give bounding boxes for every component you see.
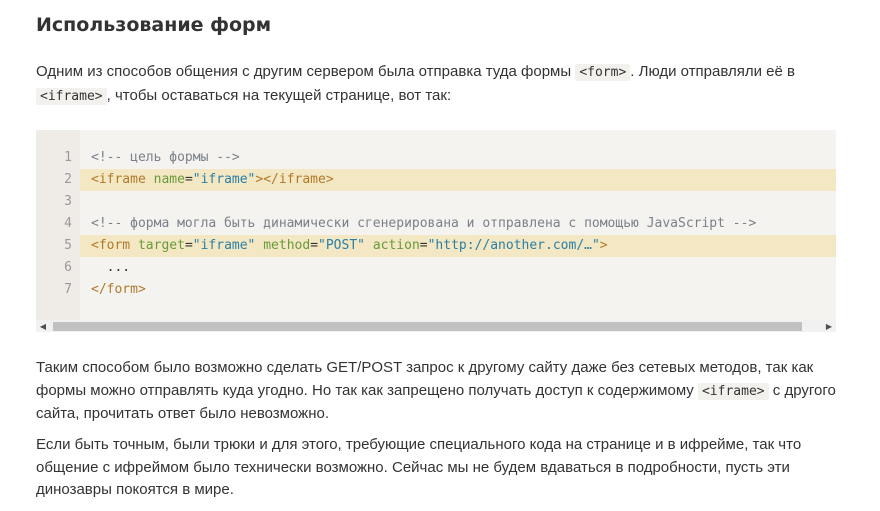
paragraph-get-post: Таким способом было возможно сделать GET… [36, 357, 836, 426]
line-number: 6 [64, 260, 72, 275]
inline-code-iframe: <iframe> [36, 87, 107, 105]
code-line: 7 </form> [36, 279, 836, 301]
code-line: 1 <!-- цель формы --> [36, 147, 836, 169]
intro-paragraph: Одним из способов общения с другим серве… [36, 61, 836, 108]
line-number: 1 [64, 150, 72, 165]
line-number: 3 [64, 194, 72, 209]
intro-text-3: , чтобы оставаться на текущей странице, … [106, 86, 452, 104]
code-line: 4 <!-- форма могла быть динамически сген… [36, 213, 836, 235]
code-line: 6 ... [36, 257, 836, 279]
code-attribute: target [137, 238, 185, 253]
code-tag: </form> [91, 282, 146, 297]
inline-code-form: <form> [575, 64, 631, 81]
code-tag: <iframe [91, 172, 146, 187]
code-tag: ></iframe> [255, 172, 334, 187]
code-line-highlighted: 2 <iframe name="iframe"></iframe> [36, 169, 836, 191]
code-comment: <!-- форма могла быть динамически сгенер… [91, 216, 757, 231]
code-string: "iframe" [192, 238, 256, 253]
code-attribute: action [372, 238, 420, 253]
code-text: ... [91, 260, 131, 275]
intro-text-1: Одним из способов общения с другим серве… [36, 63, 576, 80]
code-example[interactable]: 1 <!-- цель формы --> 2 <iframe name="if… [36, 130, 836, 332]
code-line-highlighted: 5 <form target="iframe" method="POST" ac… [36, 235, 836, 257]
code-attribute: name [153, 172, 185, 187]
intro-text-2: . Люди отправляли её в [630, 63, 795, 80]
code-operator: = [184, 172, 193, 187]
code-tag: <form [91, 238, 131, 253]
code-line-empty: 3 [36, 191, 836, 213]
horizontal-scrollbar[interactable]: ◀ ▶ [36, 320, 836, 332]
line-number: 2 [64, 172, 72, 187]
code-lines: 1 <!-- цель формы --> 2 <iframe name="if… [36, 147, 836, 301]
section-heading: Использование форм [36, 14, 272, 36]
triangle-right-icon[interactable]: ▶ [822, 320, 836, 332]
code-comment: <!-- цель формы --> [91, 150, 240, 165]
paragraph-tricks: Если быть точным, были трюки и для этого… [36, 436, 802, 498]
code-string: "POST" [318, 238, 365, 253]
inline-code-iframe: <iframe> [697, 382, 769, 400]
code-string: "iframe" [192, 172, 256, 187]
scrollbar-thumb[interactable] [53, 322, 802, 331]
line-number: 5 [64, 238, 72, 253]
code-tag: > [599, 238, 608, 253]
line-number: 4 [64, 216, 72, 231]
code-attribute: method [263, 238, 311, 253]
article: Использование форм Одним из способов общ… [0, 0, 880, 511]
triangle-left-icon[interactable]: ◀ [36, 320, 50, 332]
code-string: "http://another.com/…" [427, 238, 600, 253]
paragraph-text-1: Таким способом было возможно сделать GET… [36, 359, 814, 399]
line-number: 7 [64, 282, 72, 297]
